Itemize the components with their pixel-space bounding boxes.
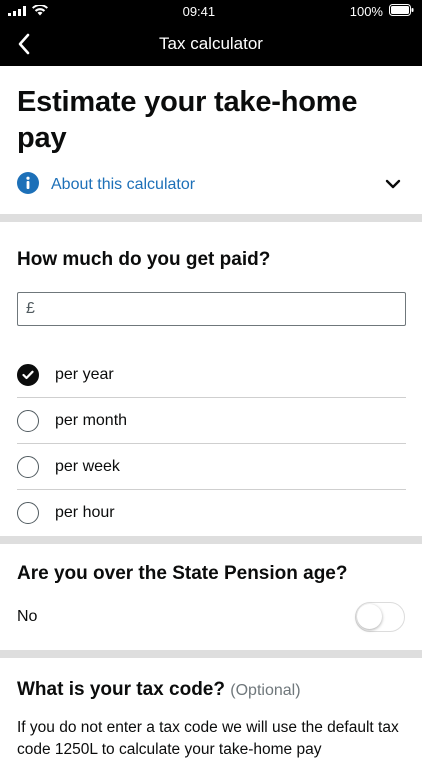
pension-answer: No <box>17 608 38 625</box>
battery-percent: 100% <box>349 3 383 19</box>
radio-checked-icon[interactable] <box>17 363 39 386</box>
radio-icon[interactable] <box>17 455 39 478</box>
page-title: Estimate your take-home pay <box>17 86 358 154</box>
back-button[interactable] <box>10 30 38 58</box>
section-divider <box>0 650 422 658</box>
tax-code-question: What is your tax code? (Optional) <box>17 678 405 703</box>
option-label: per year <box>55 365 114 383</box>
option-per-month[interactable]: per month <box>17 398 406 444</box>
option-per-hour[interactable]: per hour <box>17 490 406 536</box>
status-bar: 09:41 100% <box>0 0 422 22</box>
section-divider <box>0 536 422 544</box>
navigation-bar: Tax calculator <box>0 22 422 66</box>
currency-symbol: £ <box>26 300 35 317</box>
tax-code-title: What is your tax code? <box>17 679 225 700</box>
section-divider <box>0 214 422 222</box>
salary-field[interactable]: £ <box>17 292 406 326</box>
option-label: per week <box>55 457 120 475</box>
option-per-week[interactable]: per week <box>17 444 406 490</box>
clock: 09:41 <box>182 3 216 19</box>
pay-question: How much do you get paid? <box>17 249 271 270</box>
nav-title: Tax calculator <box>159 34 263 53</box>
toggle-knob <box>357 604 382 629</box>
tax-code-description: If you do not enter a tax code we will u… <box>17 719 399 758</box>
pension-toggle[interactable] <box>355 602 405 632</box>
about-link[interactable]: About this calculator <box>51 176 195 194</box>
option-label: per hour <box>55 504 115 521</box>
info-icon <box>17 171 39 199</box>
pension-question: Are you over the State Pension age? <box>17 563 348 584</box>
signal-icon <box>8 4 26 19</box>
chevron-down-icon[interactable] <box>385 176 401 194</box>
option-label: per month <box>55 411 128 429</box>
radio-icon[interactable] <box>17 409 39 432</box>
radio-icon[interactable] <box>17 502 39 524</box>
battery-icon <box>388 3 414 19</box>
chevron-left-icon <box>18 33 30 55</box>
about-calculator-toggle[interactable]: About this calculator <box>17 170 405 200</box>
pay-frequency-group: per year per month per week per hour <box>17 352 406 536</box>
optional-label: (Optional) <box>230 682 301 699</box>
option-per-year[interactable]: per year <box>17 352 406 398</box>
salary-input[interactable] <box>38 299 397 319</box>
wifi-icon <box>32 3 48 19</box>
